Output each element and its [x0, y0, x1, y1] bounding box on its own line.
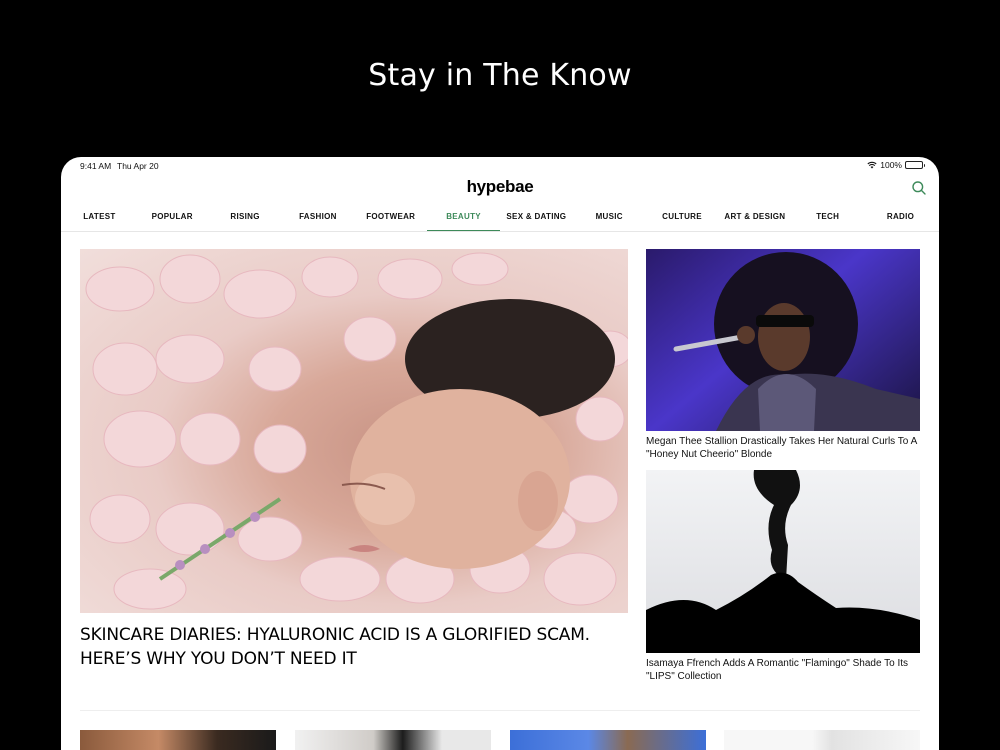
battery-percentage: 100% [880, 160, 902, 170]
article-thumbnail[interactable] [295, 730, 491, 750]
nav-tab-latest[interactable]: LATEST [63, 208, 136, 231]
article-image-megan[interactable] [646, 249, 920, 431]
nav-tab-fashion[interactable]: FASHION [281, 208, 354, 231]
nav-tab-tech[interactable]: TECH [791, 208, 864, 231]
article-thumbnail[interactable] [724, 730, 920, 750]
nav-tab-popular[interactable]: POPULAR [136, 208, 209, 231]
promo-headline: Stay in The Know [368, 58, 632, 93]
status-time: 9:41 AM [80, 161, 112, 171]
hero-article-image[interactable] [80, 249, 628, 613]
nav-tab-footwear[interactable]: FOOTWEAR [354, 208, 427, 231]
wifi-icon [867, 161, 877, 169]
nav-tab-art-design[interactable]: ART & DESIGN [718, 208, 791, 231]
status-date: Thu Apr 20 [117, 161, 159, 171]
search-icon[interactable] [911, 180, 927, 196]
nav-tab-radio[interactable]: RADIO [864, 208, 937, 231]
article-image-isamaya[interactable] [646, 470, 920, 653]
status-bar: 9:41 AM Thu Apr 20 100% [61, 157, 939, 177]
section-divider [80, 710, 920, 711]
tablet-screen: 9:41 AM Thu Apr 20 100% hypebae LATEST PO… [61, 157, 939, 750]
app-logo[interactable]: hypebae [61, 177, 939, 197]
nav-tab-rising[interactable]: RISING [209, 208, 282, 231]
hero-article-headline[interactable]: SKINCARE DIARIES: HYALURONIC ACID IS A G… [80, 623, 628, 671]
article-thumbnail[interactable] [80, 730, 276, 750]
battery-icon [905, 161, 925, 169]
category-nav: LATEST POPULAR RISING FASHION FOOTWEAR BEAUTY… [61, 208, 939, 231]
article-title-megan[interactable]: Megan Thee Stallion Drastically Takes He… [646, 436, 926, 461]
nav-tab-music[interactable]: MUSIC [573, 208, 646, 231]
nav-tab-culture[interactable]: CULTURE [646, 208, 719, 231]
article-title-isamaya[interactable]: Isamaya Ffrench Adds A Romantic "Flaming… [646, 658, 926, 683]
nav-tab-sex-dating[interactable]: SEX & DATING [500, 208, 573, 231]
status-indicators: 100% [867, 160, 925, 170]
nav-tab-beauty[interactable]: BEAUTY [427, 208, 500, 231]
nav-divider [61, 231, 939, 232]
article-thumbnail[interactable] [510, 730, 706, 750]
